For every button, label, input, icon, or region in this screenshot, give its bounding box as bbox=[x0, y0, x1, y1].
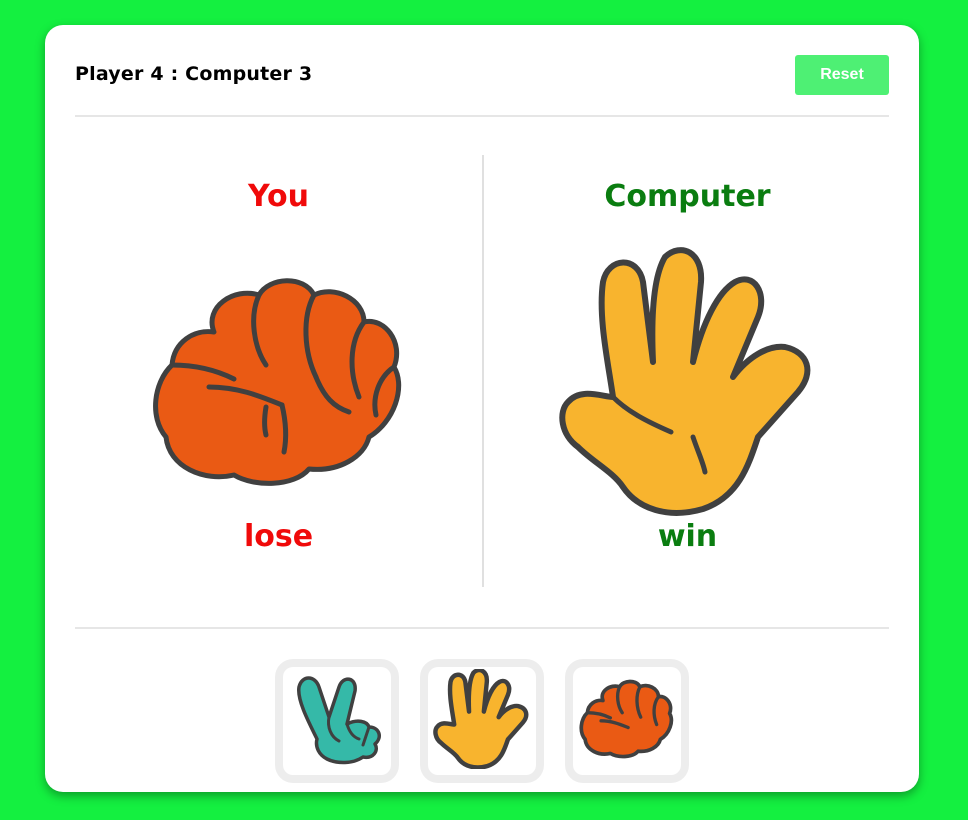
computer-result: win bbox=[657, 519, 718, 554]
choice-scissors-button[interactable] bbox=[275, 659, 399, 783]
paper-hand-icon bbox=[432, 668, 532, 770]
header: Player 4 : Computer 3 Reset bbox=[75, 25, 889, 117]
choice-rock-button[interactable] bbox=[565, 659, 689, 783]
player-panel: You lose bbox=[75, 117, 482, 627]
score-display: Player 4 : Computer 3 bbox=[75, 63, 313, 85]
choice-paper-button[interactable] bbox=[420, 659, 544, 783]
player-title: You bbox=[248, 179, 309, 214]
game-card: Player 4 : Computer 3 Reset You lose Com… bbox=[45, 25, 919, 792]
arena: You lose Computer win bbox=[75, 117, 889, 629]
computer-title: Computer bbox=[604, 179, 771, 214]
paper-hand-icon bbox=[553, 247, 823, 517]
choice-bar bbox=[45, 659, 919, 785]
rock-fist-icon bbox=[144, 247, 414, 517]
computer-panel: Computer win bbox=[484, 117, 891, 627]
scissors-hand-icon bbox=[287, 669, 387, 769]
player-result: lose bbox=[243, 519, 314, 554]
rock-fist-icon bbox=[577, 669, 677, 769]
reset-button[interactable]: Reset bbox=[795, 55, 889, 95]
